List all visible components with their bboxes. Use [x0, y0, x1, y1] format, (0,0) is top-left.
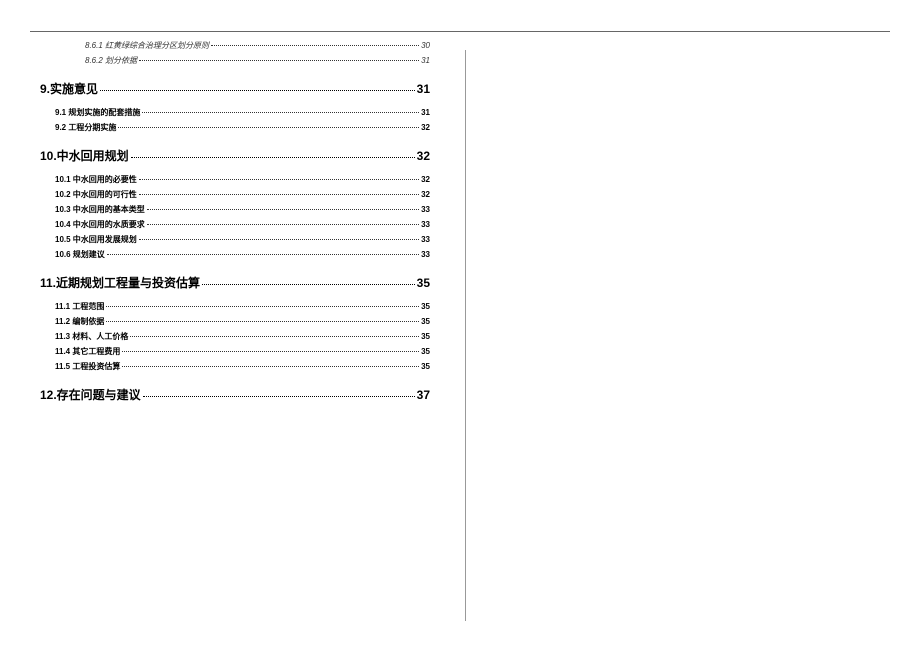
toc-sub-entry: 9.1 规划实施的配套措施 31 [40, 107, 430, 118]
toc-container: 8.6.1 红黄绿综合治理分区划分原则 30 8.6.2 划分依据 31 9.实施意见 3… [40, 40, 430, 403]
toc-leader-dots [130, 336, 419, 337]
toc-sub-entry: 11.4 其它工程费用 35 [40, 346, 430, 357]
toc-page-number: 35 [421, 347, 430, 356]
toc-sub-entry: 11.3 材料、人工价格 35 [40, 331, 430, 342]
toc-leader-dots [202, 284, 415, 285]
toc-sub-entry: 9.2 工程分期实施 32 [40, 122, 430, 133]
toc-leader-dots [100, 90, 415, 91]
toc-sub-entry: 11.2 编制依据 35 [40, 316, 430, 327]
toc-label: 11.3 材料、人工价格 [55, 331, 128, 342]
column-divider [465, 50, 466, 621]
toc-sub-entry: 10.5 中水回用发展规划 33 [40, 234, 430, 245]
toc-label: 10.5 中水回用发展规划 [55, 234, 137, 245]
toc-page-number: 32 [421, 190, 430, 199]
toc-label: 11.5 工程投资估算 [55, 361, 120, 372]
toc-leader-dots [139, 194, 419, 195]
toc-page-number: 32 [417, 149, 430, 163]
toc-page-number: 32 [421, 175, 430, 184]
toc-label: 10.3 中水回用的基本类型 [55, 204, 145, 215]
toc-label: 11.4 其它工程费用 [55, 346, 120, 357]
toc-subsub-entry: 8.6.1 红黄绿综合治理分区划分原则 30 [40, 40, 430, 51]
toc-chapter-entry: 12.存在问题与建议 37 [40, 386, 430, 403]
toc-page-number: 35 [421, 332, 430, 341]
toc-label: 8.6.2 划分依据 [85, 55, 137, 66]
toc-label: 9.2 工程分期实施 [55, 122, 116, 133]
toc-label: 11.1 工程范围 [55, 301, 104, 312]
toc-subsub-entry: 8.6.2 划分依据 31 [40, 55, 430, 66]
header-rule [30, 31, 890, 32]
toc-page-number: 31 [421, 56, 430, 65]
toc-label: 11.2 编制依据 [55, 316, 104, 327]
toc-page-number: 33 [421, 235, 430, 244]
toc-label: 10.4 中水回用的水质要求 [55, 219, 145, 230]
toc-page-number: 35 [421, 302, 430, 311]
toc-page-number: 37 [417, 388, 430, 402]
toc-sub-entry: 10.4 中水回用的水质要求 33 [40, 219, 430, 230]
toc-label: 9.实施意见 [40, 80, 98, 97]
toc-leader-dots [106, 306, 419, 307]
toc-label: 10.中水回用规划 [40, 147, 129, 164]
toc-chapter-entry: 9.实施意见 31 [40, 80, 430, 97]
toc-page-number: 32 [421, 123, 430, 132]
toc-chapter-entry: 11.近期规划工程量与投资估算 35 [40, 274, 430, 291]
toc-page-number: 31 [421, 108, 430, 117]
toc-leader-dots [142, 112, 419, 113]
toc-leader-dots [139, 60, 419, 61]
toc-page-number: 33 [421, 220, 430, 229]
toc-leader-dots [107, 254, 419, 255]
toc-page-number: 33 [421, 205, 430, 214]
toc-label: 10.1 中水回用的必要性 [55, 174, 137, 185]
toc-label: 8.6.1 红黄绿综合治理分区划分原则 [85, 40, 209, 51]
toc-leader-dots [106, 321, 419, 322]
toc-label: 12.存在问题与建议 [40, 386, 141, 403]
toc-label: 10.2 中水回用的可行性 [55, 189, 137, 200]
toc-label: 10.6 规划建议 [55, 249, 105, 260]
toc-leader-dots [139, 239, 419, 240]
toc-page-number: 33 [421, 250, 430, 259]
toc-label: 11.近期规划工程量与投资估算 [40, 274, 200, 291]
toc-sub-entry: 10.2 中水回用的可行性 32 [40, 189, 430, 200]
toc-leader-dots [131, 157, 415, 158]
toc-column: 8.6.1 红黄绿综合治理分区划分原则 30 8.6.2 划分依据 31 9.实施意见 3… [0, 40, 460, 413]
toc-leader-dots [122, 366, 419, 367]
toc-label: 9.1 规划实施的配套措施 [55, 107, 140, 118]
toc-page-number: 35 [421, 317, 430, 326]
toc-sub-entry: 10.6 规划建议 33 [40, 249, 430, 260]
toc-chapter-entry: 10.中水回用规划 32 [40, 147, 430, 164]
toc-leader-dots [211, 45, 419, 46]
toc-page-number: 30 [421, 41, 430, 50]
toc-sub-entry: 11.5 工程投资估算 35 [40, 361, 430, 372]
toc-page-number: 31 [417, 82, 430, 96]
toc-leader-dots [122, 351, 419, 352]
content-wrapper: 8.6.1 红黄绿综合治理分区划分原则 30 8.6.2 划分依据 31 9.实施意见 3… [0, 0, 920, 413]
toc-sub-entry: 11.1 工程范围 35 [40, 301, 430, 312]
toc-leader-dots [147, 224, 419, 225]
toc-leader-dots [143, 396, 415, 397]
toc-leader-dots [118, 127, 419, 128]
toc-page-number: 35 [421, 362, 430, 371]
toc-sub-entry: 10.1 中水回用的必要性 32 [40, 174, 430, 185]
toc-sub-entry: 10.3 中水回用的基本类型 33 [40, 204, 430, 215]
toc-page-number: 35 [417, 276, 430, 290]
toc-leader-dots [139, 179, 419, 180]
toc-leader-dots [147, 209, 419, 210]
